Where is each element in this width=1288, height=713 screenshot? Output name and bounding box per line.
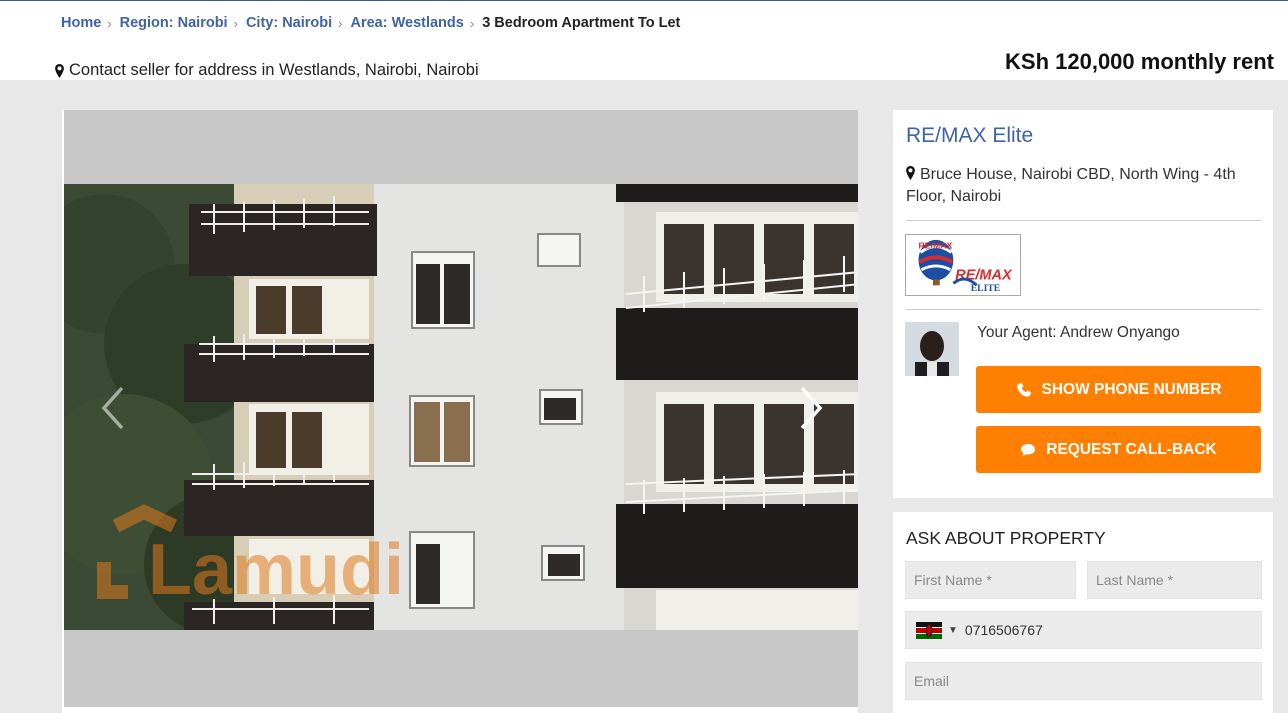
- breadcrumb-separator: ›: [233, 15, 238, 31]
- request-callback-button[interactable]: REQUEST CALL-BACK: [976, 426, 1261, 473]
- listing-address: Contact seller for address in Westlands,…: [55, 61, 479, 80]
- breadcrumb-separator: ›: [469, 15, 475, 31]
- listing-price: KSh 120,000 monthly rent: [1005, 49, 1274, 74]
- breadcrumb-area[interactable]: Area: Westlands: [350, 15, 463, 31]
- listing-address-text: Contact seller for address in Westlands,…: [69, 61, 479, 79]
- svg-text:ELITE: ELITE: [971, 283, 1001, 294]
- agency-address: Bruce House, Nairobi CBD, North Wing - 4…: [906, 164, 1256, 208]
- breadcrumb-current: 3 Bedroom Apartment To Let: [482, 15, 681, 31]
- breadcrumb: Home › Region: Nairobi › City: Nairobi ›…: [61, 15, 680, 31]
- chevron-right-icon[interactable]: [796, 386, 826, 430]
- svg-text:RE/MAX: RE/MAX: [955, 268, 1013, 284]
- divider: [906, 309, 1261, 310]
- breadcrumb-home[interactable]: Home: [61, 15, 101, 31]
- agent-card: RE/MAX Elite Bruce House, Nairobi CBD, N…: [893, 110, 1273, 498]
- phone-input[interactable]: [964, 613, 1245, 647]
- email-field[interactable]: [905, 662, 1262, 700]
- breadcrumb-separator: ›: [107, 15, 112, 31]
- svg-text:Lamudi: Lamudi: [148, 530, 404, 610]
- svg-text:RE/MAX: RE/MAX: [918, 241, 952, 251]
- show-phone-number-button[interactable]: SHOW PHONE NUMBER: [976, 366, 1261, 413]
- chat-bubble-icon: [1021, 443, 1036, 456]
- chevron-left-icon[interactable]: [98, 386, 128, 430]
- agency-address-text: Bruce House, Nairobi CBD, North Wing - 4…: [906, 166, 1236, 205]
- kenya-flag-icon[interactable]: [916, 621, 942, 639]
- gallery-footer-strip: [62, 707, 858, 713]
- map-pin-icon: [55, 63, 64, 78]
- phone-field-row: ▼: [905, 611, 1262, 649]
- photo-gallery[interactable]: Lamudi: [62, 110, 858, 707]
- ask-about-property-form: ASK ABOUT PROPERTY ▼: [893, 512, 1273, 713]
- breadcrumb-separator: ›: [338, 15, 343, 31]
- request-callback-label: REQUEST CALL-BACK: [1046, 440, 1217, 458]
- top-bar: Home › Region: Nairobi › City: Nairobi ›…: [0, 0, 1288, 80]
- first-name-field[interactable]: [905, 561, 1076, 599]
- map-pin-icon: [906, 166, 915, 180]
- agency-name-link[interactable]: RE/MAX Elite: [906, 124, 1033, 148]
- last-name-field[interactable]: [1087, 561, 1262, 599]
- form-title: ASK ABOUT PROPERTY: [906, 528, 1106, 548]
- agent-avatar: [905, 322, 959, 376]
- breadcrumb-region[interactable]: Region: Nairobi: [120, 15, 228, 31]
- agent-name: Your Agent: Andrew Onyango: [977, 324, 1180, 341]
- agency-logo[interactable]: RE/MAX RE/MAX ELITE: [905, 234, 1021, 296]
- property-photo: Lamudi: [64, 184, 858, 630]
- phone-icon: [1016, 382, 1031, 397]
- country-dropdown-caret-icon[interactable]: ▼: [948, 625, 958, 636]
- show-phone-label: SHOW PHONE NUMBER: [1041, 380, 1222, 398]
- breadcrumb-city[interactable]: City: Nairobi: [246, 15, 332, 31]
- divider: [906, 220, 1261, 221]
